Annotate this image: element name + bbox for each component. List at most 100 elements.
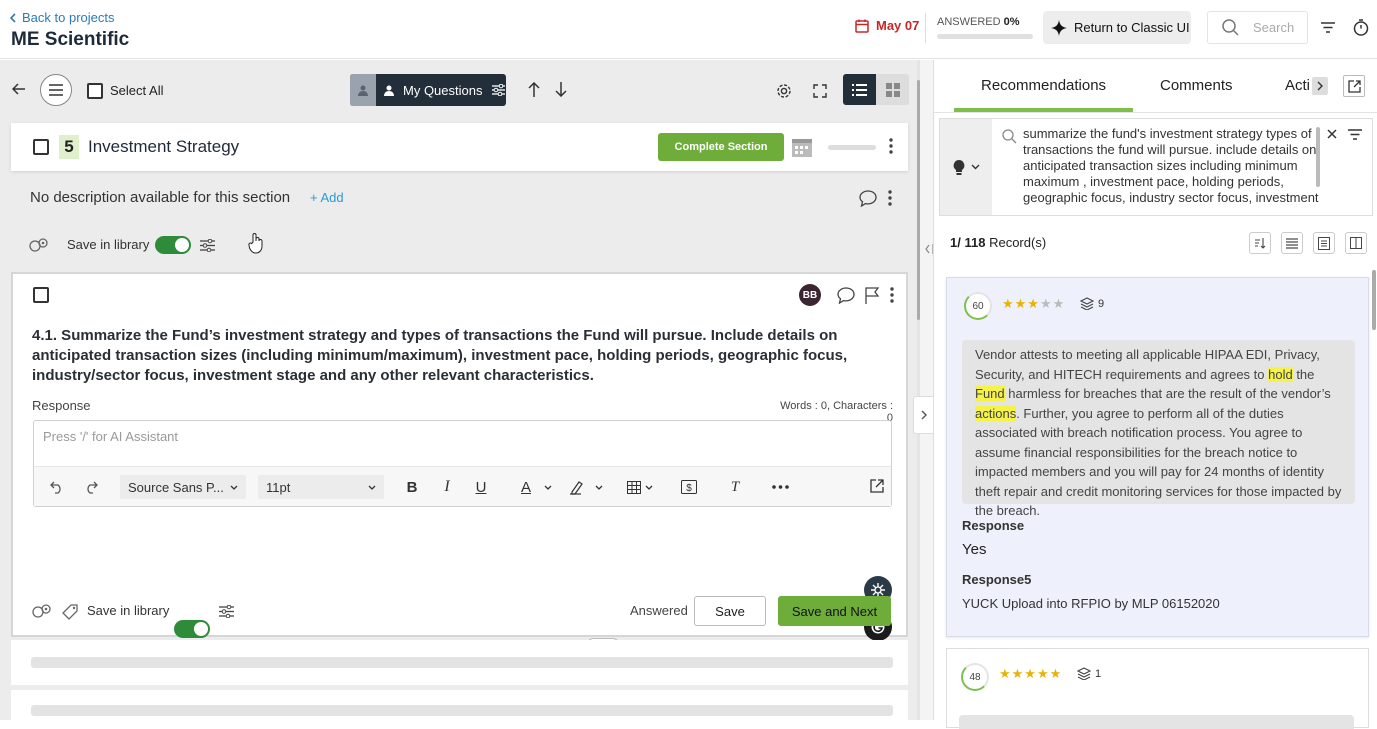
arrow-down-icon[interactable] xyxy=(551,79,571,99)
sliders-icon[interactable] xyxy=(198,236,216,254)
search-input[interactable]: Search xyxy=(1207,11,1308,44)
questions-panel: Select All My Questions 5 Investment Str… xyxy=(0,60,920,720)
due-date-label: May 07 xyxy=(876,18,920,33)
query-text[interactable]: summarize the fund's investment strategy… xyxy=(1023,126,1323,206)
grid-view-icon[interactable] xyxy=(876,74,909,105)
dollar-box-icon[interactable]: $ xyxy=(679,477,699,497)
records-count: 1/ 118 Record(s) xyxy=(950,235,1046,250)
open-external-icon[interactable] xyxy=(867,476,887,496)
view-toggle xyxy=(843,74,909,105)
tab-activity[interactable]: Acti xyxy=(1285,77,1310,94)
chevron-down-icon[interactable] xyxy=(543,482,553,492)
user-group-icon[interactable] xyxy=(350,74,376,106)
recommendation-card[interactable]: 60 ★★★★★ 9 Vendor attests to meeting all… xyxy=(946,277,1369,637)
answered-percent: 0% xyxy=(1003,16,1020,28)
font-size-select[interactable]: 11pt xyxy=(258,475,384,499)
recommendations-panel: Recommendations Comments Acti summarize … xyxy=(933,60,1377,729)
question-save-library-toggle[interactable] xyxy=(174,620,210,638)
add-description-link[interactable]: + Add xyxy=(310,190,344,205)
redo-icon[interactable] xyxy=(82,478,100,496)
due-date[interactable]: May 07 xyxy=(855,18,919,33)
sort-icon[interactable] xyxy=(1249,232,1271,254)
recommendation-query-box[interactable]: summarize the fund's investment strategy… xyxy=(939,118,1373,216)
section-progress-bar xyxy=(828,145,876,150)
back-to-projects-link[interactable]: Back to projects xyxy=(10,10,115,25)
return-classic-ui-button[interactable]: Return to Classic UI xyxy=(1043,11,1191,44)
undo-icon[interactable] xyxy=(48,478,66,496)
list-view-icon[interactable] xyxy=(843,74,876,105)
columns-view-icon[interactable] xyxy=(1345,232,1367,254)
close-icon[interactable] xyxy=(1325,127,1339,141)
more-vertical-icon[interactable] xyxy=(885,188,895,208)
loading-card xyxy=(11,640,908,685)
italic-icon[interactable]: I xyxy=(437,477,457,497)
more-horizontal-icon[interactable] xyxy=(770,477,790,497)
font-family-select[interactable]: Source Sans P... xyxy=(120,475,246,499)
ai-tag-icon[interactable] xyxy=(28,235,50,255)
text-part: harmless for breaches that are the resul… xyxy=(1004,386,1331,401)
underline-icon[interactable]: U xyxy=(471,477,491,497)
field-label: Response5 xyxy=(962,572,1032,587)
bold-icon[interactable]: B xyxy=(402,477,422,497)
comment-icon[interactable] xyxy=(836,285,856,305)
tab-recommendations[interactable]: Recommendations xyxy=(981,77,1106,94)
chevron-down-icon[interactable] xyxy=(594,482,604,492)
document-view-icon[interactable] xyxy=(1313,232,1335,254)
highlight-pen-icon[interactable] xyxy=(566,477,586,497)
query-scrollbar[interactable] xyxy=(1316,127,1320,187)
save-button[interactable]: Save xyxy=(694,596,766,626)
add-label: Add xyxy=(320,190,344,205)
link-tag-icon[interactable] xyxy=(60,602,80,622)
recommendation-card[interactable]: 48 ★★★★★ 1 xyxy=(946,648,1369,729)
more-vertical-icon[interactable] xyxy=(887,285,897,305)
popout-icon[interactable] xyxy=(1343,75,1365,97)
list-view-icon[interactable] xyxy=(1281,232,1303,254)
tab-comments[interactable]: Comments xyxy=(1160,77,1233,94)
versions-value: 1 xyxy=(1095,667,1102,680)
clear-format-icon[interactable]: T xyxy=(725,477,745,497)
save-and-next-button[interactable]: Save and Next xyxy=(778,596,891,626)
schedule-icon[interactable] xyxy=(790,135,814,159)
expand-icon[interactable] xyxy=(810,81,830,101)
sliders-icon[interactable] xyxy=(217,602,235,620)
arrow-left-icon[interactable] xyxy=(10,80,28,98)
response-editor[interactable]: Press '/' for AI Assistant Source Sans P… xyxy=(33,420,892,507)
versions-count: 1 xyxy=(1077,667,1101,680)
idea-filter-dropdown[interactable] xyxy=(940,119,992,215)
recommendation-text: Vendor attests to meeting all applicable… xyxy=(962,340,1355,518)
search-icon xyxy=(1222,19,1239,36)
save-in-library-toggle[interactable] xyxy=(155,236,191,254)
filter-icon[interactable] xyxy=(1347,127,1363,141)
section-checkbox[interactable] xyxy=(33,139,49,155)
search-icon xyxy=(1002,129,1017,144)
sliders-icon[interactable] xyxy=(492,84,506,96)
editor-placeholder: Press '/' for AI Assistant xyxy=(43,429,179,444)
table-icon[interactable] xyxy=(624,477,644,497)
question-checkbox[interactable] xyxy=(33,287,49,303)
select-all-checkbox[interactable] xyxy=(87,83,103,99)
flag-icon[interactable] xyxy=(862,285,882,305)
loading-card xyxy=(11,690,908,720)
answered-progress-bar xyxy=(937,34,1033,39)
panel-splitter[interactable] xyxy=(920,60,933,720)
my-questions-filter[interactable]: My Questions xyxy=(350,74,506,106)
user-icon xyxy=(384,85,394,96)
skeleton-line xyxy=(31,705,893,716)
stopwatch-icon[interactable] xyxy=(1351,17,1371,37)
tab-scroll-right-icon[interactable] xyxy=(1312,77,1328,95)
answered-label: Answered xyxy=(630,603,688,618)
chevron-right-icon[interactable] xyxy=(913,396,935,434)
comment-icon[interactable] xyxy=(858,188,878,208)
filter-icon[interactable] xyxy=(1318,17,1338,37)
settings-gear-icon[interactable] xyxy=(774,81,794,101)
complete-section-button[interactable]: Complete Section xyxy=(658,133,784,161)
skeleton-line xyxy=(31,657,893,668)
chevron-down-icon[interactable] xyxy=(644,482,654,492)
arrow-up-icon[interactable] xyxy=(524,79,544,99)
text-color-icon[interactable]: A xyxy=(516,477,536,497)
scrollbar-thumb[interactable] xyxy=(1372,270,1376,330)
ai-tag-icon[interactable] xyxy=(31,601,53,621)
assignee-avatar[interactable]: BB xyxy=(799,284,821,306)
more-vertical-icon[interactable] xyxy=(886,136,896,156)
menu-button[interactable] xyxy=(40,74,72,106)
